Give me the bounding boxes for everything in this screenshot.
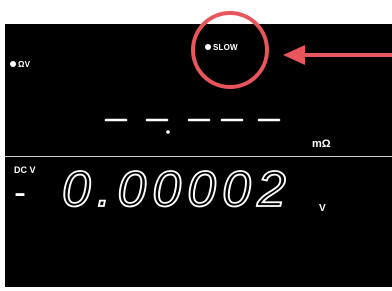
indicator-dot-icon bbox=[10, 61, 16, 67]
lower-unit: V bbox=[319, 203, 326, 214]
indicator-dot-icon bbox=[205, 44, 211, 50]
slow-indicator: SLOW bbox=[205, 43, 238, 52]
function-label: DC V bbox=[14, 165, 36, 175]
screenshot-frame: ΩV SLOW mΩ DC V V - - . - - - - - 0.0000… bbox=[0, 0, 392, 291]
ohm-volt-mode-indicator: ΩV bbox=[10, 60, 30, 69]
upper-unit: mΩ bbox=[312, 138, 331, 150]
slow-indicator-label: SLOW bbox=[213, 43, 238, 52]
mode-indicator-label: ΩV bbox=[18, 60, 31, 69]
display-divider bbox=[5, 156, 392, 157]
